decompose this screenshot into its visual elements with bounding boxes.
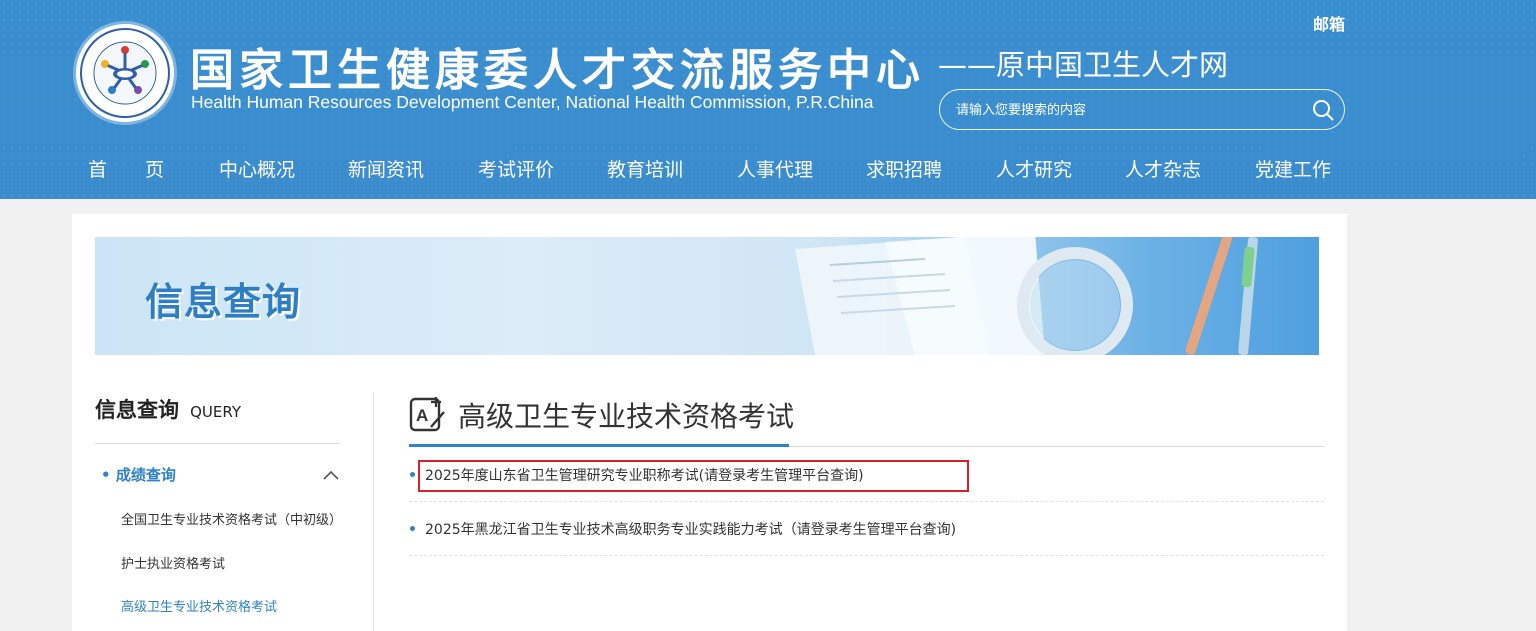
- search-icon[interactable]: [1312, 99, 1334, 121]
- sidebar-title-en: QUERY: [190, 403, 241, 421]
- sidebar-title: 信息查询 QUERY: [95, 394, 241, 424]
- page-banner: 信息查询: [95, 237, 1319, 355]
- column-divider: [373, 392, 374, 631]
- highlight-box: [418, 460, 969, 492]
- magnifier-illustration: [795, 237, 1258, 355]
- nav-item-training[interactable]: 教育培训: [607, 155, 683, 182]
- nav-item-personnel[interactable]: 人事代理: [737, 155, 813, 182]
- nav-item-home[interactable]: 首 页: [88, 155, 164, 182]
- main-nav: 首 页 中心概况 新闻资讯 考试评价 教育培训 人事代理 求职招聘 人才研究 人…: [0, 145, 1536, 191]
- search-input[interactable]: [956, 99, 1296, 121]
- nav-item-jobs[interactable]: 求职招聘: [866, 155, 942, 182]
- brand-subtitle: ——原中国卫生人才网: [938, 48, 1229, 82]
- brand-name-cn: 国家卫生健康委人才交流服务中心: [190, 45, 925, 96]
- nav-item-party[interactable]: 党建工作: [1255, 155, 1331, 182]
- site-header: 国家卫生健康委人才交流服务中心 Health Human Resources D…: [0, 0, 1536, 199]
- nav-item-exams[interactable]: 考试评价: [478, 155, 554, 182]
- nav-item-about[interactable]: 中心概况: [219, 155, 295, 182]
- brand-name-en: Health Human Resources Development Cente…: [191, 92, 874, 112]
- nav-item-research[interactable]: 人才研究: [996, 155, 1072, 182]
- chevron-up-icon[interactable]: [322, 466, 340, 480]
- bullet-dot: [410, 526, 415, 531]
- nav-item-news[interactable]: 新闻资讯: [348, 155, 424, 182]
- svg-text:A: A: [416, 406, 428, 425]
- logo-emblem-icon[interactable]: [76, 24, 174, 122]
- banner-title: 信息查询: [145, 280, 302, 324]
- search-box: [939, 89, 1345, 130]
- sidebar-item-national-exam[interactable]: 全国卫生专业技术资格考试（中初级）: [121, 509, 342, 528]
- nav-item-magazine[interactable]: 人才杂志: [1125, 155, 1201, 182]
- sidebar-category-label: 成绩查询: [115, 466, 176, 484]
- sidebar-divider: [95, 443, 340, 444]
- list-item: 2025年黑龙江省卫生专业技术高级职务专业实践能力考试（请登录考生管理平台查询): [409, 502, 1324, 556]
- title-accent-bar: [409, 444, 789, 447]
- sidebar-item-nurse-exam[interactable]: 护士执业资格考试: [121, 553, 225, 572]
- sidebar-item-senior-exam[interactable]: 高级卫生专业技术资格考试: [121, 596, 277, 615]
- page-title: 高级卫生专业技术资格考试: [458, 400, 795, 433]
- result-link-heilongjiang[interactable]: 2025年黑龙江省卫生专业技术高级职务专业实践能力考试（请登录考生管理平台查询): [425, 519, 956, 539]
- mail-link[interactable]: 邮箱: [1313, 11, 1345, 35]
- bullet-dot: [410, 472, 415, 477]
- sidebar-title-cn: 信息查询: [95, 398, 179, 422]
- edit-document-icon: A: [409, 394, 447, 432]
- sidebar-category-scores[interactable]: • 成绩查询: [101, 464, 176, 485]
- bullet-dot: •: [101, 466, 116, 484]
